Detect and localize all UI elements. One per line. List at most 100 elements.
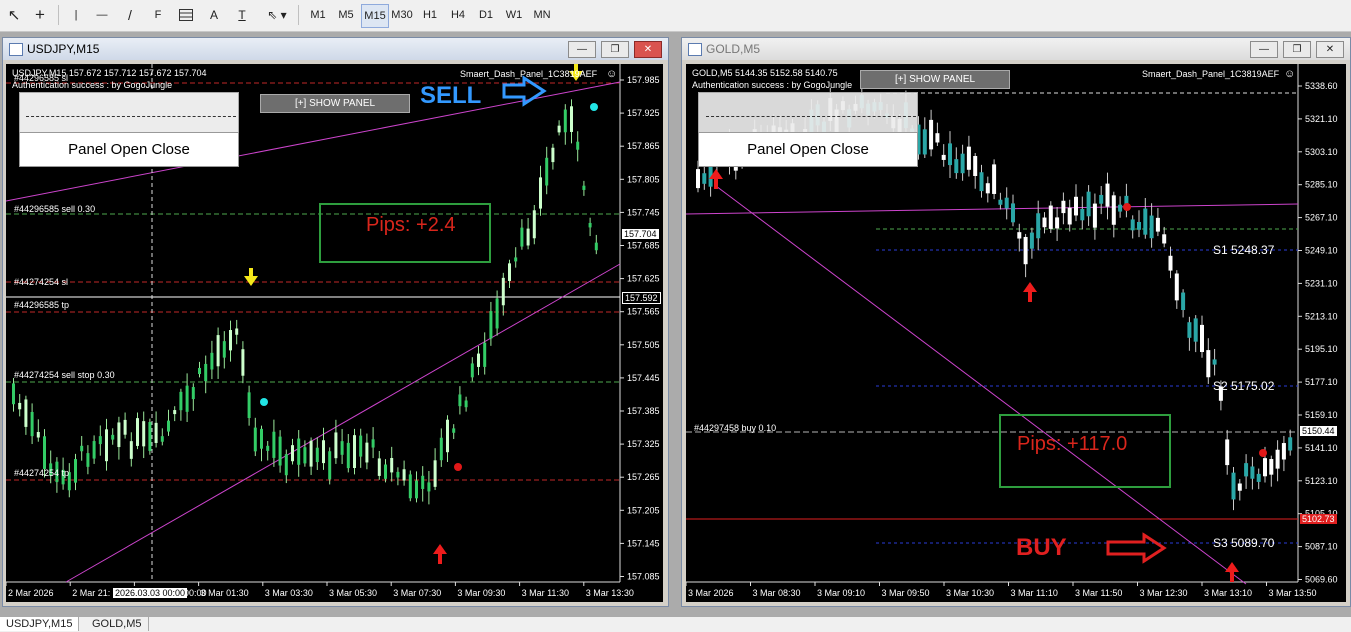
tab-usdjpy[interactable]: USDJPY,M15 [0,617,80,631]
candle-body [18,402,22,410]
crosshair-icon[interactable]: + [30,4,50,26]
entry-dot [590,103,598,111]
candle-body [291,445,294,462]
timeframe-d1[interactable]: D1 [473,4,499,26]
candle-body [508,263,511,281]
tab-gold[interactable]: GOLD,M5 [86,617,149,631]
show-panel-button[interactable]: [+] SHOW PANEL [260,94,410,113]
minimize-button[interactable]: — [1250,41,1278,58]
price-tick-label: 157.505 [627,340,660,350]
text-label-icon[interactable]: T [232,4,252,26]
time-tick-label: 3 Mar 11:10 [1011,588,1058,598]
price-chart-usdjpy[interactable]: 157.985 157.925 157.865 157.805 157.745 157.6… [6,64,663,602]
timeframe-h4[interactable]: H4 [445,4,471,26]
price-tick-label: 5267.10 [1305,213,1338,223]
timeframe-h1[interactable]: H1 [417,4,443,26]
candle-body [979,172,984,192]
close-button[interactable]: ✕ [634,41,662,58]
window-titlebar[interactable]: USDJPY,M15 — ❐ ✕ [3,38,668,60]
time-tick-label: 3 Mar 2026 [688,588,734,598]
price-chart-gold[interactable]: 5338.60 5321.10 5303.10 5285.10 5267.10 5249.… [686,64,1346,602]
timeframe-m1[interactable]: M1 [305,4,331,26]
candle-body [985,183,990,194]
candle-body [582,185,586,190]
candle-body [1086,191,1091,217]
time-tick-label: 3 Mar 11:50 [1075,588,1122,598]
candle-body [1004,197,1009,209]
candle-body [353,435,356,469]
candle-body [1181,292,1186,311]
candle-body [1212,359,1217,365]
time-tick-label: 3 Mar 07:30 [393,588,441,598]
panel-open-close-button[interactable]: Panel Open Close [698,132,918,167]
fibonacci-icon[interactable]: F [148,4,168,26]
price-tick-label: 5231.10 [1305,278,1338,288]
window-titlebar[interactable]: GOLD,M5 — ❐ ✕ [682,38,1350,60]
candle-body [1225,439,1230,466]
show-panel-button[interactable]: [+] SHOW PANEL [860,70,1010,89]
price-tick-label: 157.685 [627,241,660,251]
candle-body [1055,217,1060,229]
candle-body [1048,205,1053,229]
crosshair-time-label: 2026.03.03 00:00 [113,588,188,598]
candle-body [464,400,468,408]
candle-body [1111,195,1116,225]
candle-body [1288,437,1293,451]
candle-body [960,153,965,174]
candle-body [1237,483,1242,491]
order-label: #44297458 buy 0.10 [694,423,777,433]
grid-icon[interactable] [176,4,196,26]
maximize-button[interactable]: ❐ [601,41,629,58]
candle-body [1206,350,1211,378]
arrows-dropdown-icon[interactable]: ⇖ ▾ [262,4,292,26]
vertical-line-icon[interactable]: | [66,4,86,26]
candle-body [309,440,313,467]
horizontal-line-icon[interactable]: — [92,4,112,26]
candle-body [1042,217,1047,228]
maximize-button[interactable]: ❐ [1283,41,1311,58]
candle-body [154,422,158,443]
trend-line [686,203,1299,215]
candle-body [266,445,270,451]
candle-body [1092,203,1097,228]
price-tick-label: 157.565 [627,307,660,317]
candle-body [1011,203,1015,223]
candle-body [346,442,350,469]
close-button[interactable]: ✕ [1316,41,1344,58]
timeframe-m30[interactable]: M30 [389,4,415,26]
candle-body [1036,213,1041,239]
chart-window-gold: GOLD,M5 — ❐ ✕ 5338.60 5321.10 5303.10 5285.… [681,37,1351,607]
candle-body [142,421,146,447]
price-tick-label: 157.985 [627,75,660,85]
candle-body [1168,255,1173,271]
trend-line [715,185,1247,585]
timeframe-m5[interactable]: M5 [333,4,359,26]
order-label: #44274254 tp [14,468,70,478]
timeframe-m15[interactable]: M15 [361,4,389,28]
price-tick-label: 157.445 [627,373,660,383]
candle-body [1080,208,1085,221]
price-tick-label: 157.805 [627,174,660,184]
chart-toolbar: ↖ + | — / F A T ⇖ ▾ M1 M5 M15 M30 H1 H4 D1 W1 MN [0,0,1351,32]
time-tick-label: 3 Mar 10:30 [946,588,994,598]
candle-body [1275,449,1280,469]
candle-body [222,341,226,358]
cursor-icon[interactable]: ↖ [4,4,24,26]
price-tick-label: 157.265 [627,472,660,482]
chart-tabs: USDJPY,M15 GOLD,M5 [0,616,1351,632]
candle-body [1155,217,1160,232]
timeframe-mn[interactable]: MN [529,4,555,26]
candle-body [1269,459,1274,475]
trendline-icon[interactable]: / [120,4,140,26]
chart-window-icon [688,43,702,56]
timeframe-w1[interactable]: W1 [501,4,527,26]
minimize-button[interactable]: — [568,41,596,58]
candle-body [1149,215,1154,239]
text-tool-icon[interactable]: A [204,4,224,26]
panel-open-close-button[interactable]: Panel Open Close [19,132,239,167]
candle-body [284,454,288,476]
candle-body [74,459,77,483]
candle-body [1074,196,1078,216]
candle-body [966,146,971,170]
candle-body [470,363,474,378]
